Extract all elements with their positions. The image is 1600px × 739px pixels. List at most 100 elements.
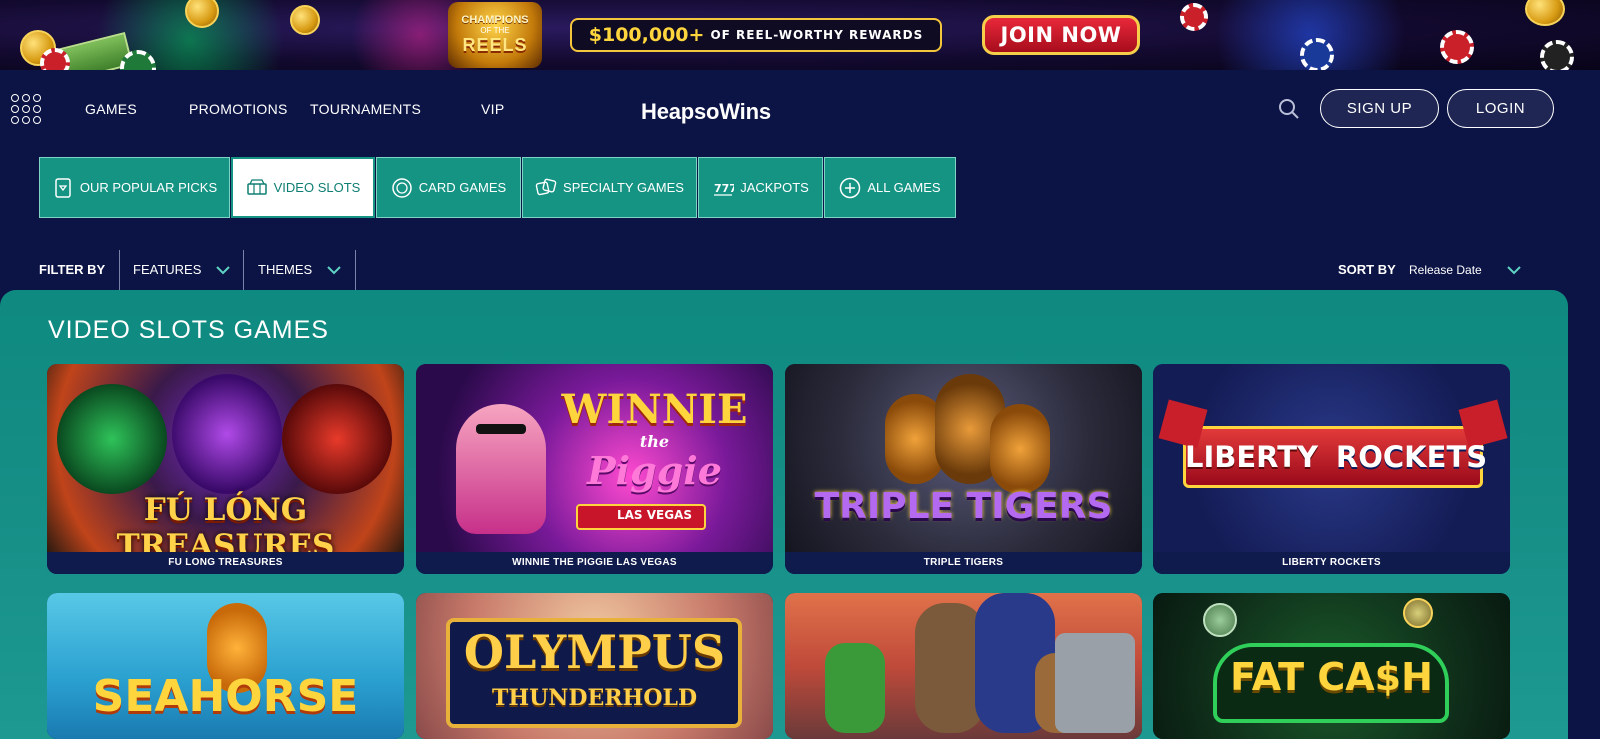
tab-label: SPECIALTY GAMES [563, 180, 684, 195]
game-thumbnail: LIBERTY ROCKETS [1153, 364, 1510, 552]
sort-dropdown[interactable]: Release Date [1409, 263, 1522, 277]
sort-by-label: SORT BY [1338, 262, 1396, 277]
slot-machine-icon [246, 178, 267, 195]
chevron-down-icon [1507, 266, 1521, 275]
tab-jackpots[interactable]: 777 JACKPOTS [698, 157, 823, 218]
game-art-title: TRIPLE TIGERS [814, 486, 1113, 527]
tab-card-games[interactable]: CARD GAMES [376, 157, 521, 218]
game-thumbnail: SEAHORSE [47, 593, 404, 739]
logo-text: OF THE [480, 26, 510, 35]
grid-menu-icon[interactable] [11, 94, 41, 124]
nav-games[interactable]: GAMES [85, 101, 137, 117]
tiger-image [990, 404, 1050, 494]
promo-banner[interactable]: CHAMPIONS OF THE REELS $100,000+ OF REEL… [0, 0, 1600, 70]
site-logo[interactable]: HeapsoWins [641, 99, 771, 125]
casino-chip-image [1540, 40, 1574, 70]
sort-value: Release Date [1409, 263, 1482, 277]
jackpot-icon: 777 [714, 182, 734, 196]
reward-amount: $100,000+ [588, 24, 705, 46]
game-art-title: FAT CA$H [1230, 655, 1433, 699]
features-dropdown[interactable]: FEATURES [133, 262, 231, 277]
logo-text: Heaps [641, 99, 707, 124]
casino-chip-image [1180, 3, 1208, 31]
logo-text: CHAMPIONS [461, 14, 529, 26]
game-card-fat-cash[interactable]: FAT CA$H [1153, 593, 1510, 739]
game-card-seahorse[interactable]: SEAHORSE [47, 593, 404, 739]
tab-label: JACKPOTS [740, 180, 809, 195]
game-title: LIBERTY ROCKETS [1153, 552, 1510, 574]
game-thumbnail: TRIPLE TIGERS [785, 364, 1142, 552]
login-button[interactable]: LOGIN [1447, 89, 1554, 128]
truck-image [1055, 633, 1135, 733]
game-card-triple-tigers[interactable]: TRIPLE TIGERS TRIPLE TIGERS [785, 364, 1142, 574]
join-now-button[interactable]: JOIN NOW [982, 15, 1140, 55]
coin-image [1403, 598, 1433, 628]
reward-pill: $100,000+ OF REEL-WORTHY REWARDS [570, 18, 942, 52]
tab-popular-picks[interactable]: OUR POPULAR PICKS [39, 157, 230, 218]
game-thumbnail [785, 593, 1142, 739]
game-art-title: Piggie [587, 448, 722, 493]
tab-video-slots[interactable]: VIDEO SLOTS [231, 157, 375, 218]
divider [355, 250, 356, 290]
chevron-down-icon [216, 265, 231, 274]
game-art-title: FÚ LÓNG TREASURES [116, 492, 335, 552]
champions-of-the-reels-logo: CHAMPIONS OF THE REELS [448, 2, 542, 68]
coin-image [1203, 603, 1237, 637]
game-thumbnail: FAT CA$H [1153, 593, 1510, 739]
tab-specialty-games[interactable]: SPECIALTY GAMES [522, 157, 697, 218]
game-card-winnie-the-piggie-las-vegas[interactable]: WINNIE the Piggie LAS VEGAS WINNIE THE P… [416, 364, 773, 574]
dropdown-label: THEMES [258, 262, 313, 277]
dice-icon [535, 178, 557, 195]
game-thumbnail: OLYMPUS THUNDERHOLD [416, 593, 773, 739]
tab-label: OUR POPULAR PICKS [79, 180, 218, 195]
dropdown-label: FEATURES [133, 262, 202, 277]
divider [243, 250, 244, 290]
game-art-title: THUNDERHOLD [491, 685, 698, 711]
nav-tournaments[interactable]: TOURNAMENTS [310, 101, 421, 117]
filter-by-label: FILTER BY [39, 262, 106, 277]
game-thumbnail: FÚ LÓNG TREASURES [47, 364, 404, 552]
game-art-title: SEAHORSE [92, 671, 359, 722]
poker-chip-icon [392, 177, 412, 198]
logo-text: o [706, 99, 720, 124]
section-title: VIDEO SLOTS GAMES [48, 316, 329, 344]
tab-label: ALL GAMES [867, 180, 941, 195]
game-card-fu-long-treasures[interactable]: FÚ LÓNG TREASURES FU LONG TREASURES [47, 364, 404, 574]
coin-image [290, 5, 320, 35]
popular-picks-icon [55, 177, 71, 198]
game-card-olympus-thunderhold[interactable]: OLYMPUS THUNDERHOLD [416, 593, 773, 739]
divider [119, 250, 120, 290]
search-icon[interactable] [1277, 97, 1301, 121]
dragon-image [282, 384, 392, 494]
tab-label: CARD GAMES [418, 180, 507, 195]
game-art-title: OLYMPUS [463, 625, 726, 679]
logo-text: Wins [719, 99, 771, 124]
crocodile-character-image [825, 643, 885, 733]
logo-text: REELS [462, 35, 528, 55]
tab-label: VIDEO SLOTS [273, 180, 361, 195]
casino-chip-image [40, 48, 70, 70]
dragon-image [57, 384, 167, 494]
chevron-down-icon [327, 265, 341, 274]
casino-chip-image [1440, 30, 1474, 64]
game-art-title: WINNIE [561, 386, 748, 433]
casino-chip-image [1300, 38, 1334, 70]
reward-text: OF REEL-WORTHY REWARDS [710, 28, 924, 42]
game-card-liberty-rockets[interactable]: LIBERTY ROCKETS LIBERTY ROCKETS [1153, 364, 1510, 574]
sign-up-button[interactable]: SIGN UP [1320, 89, 1439, 128]
game-art-title: ROCKETS [1335, 440, 1488, 474]
nav-promotions[interactable]: PROMOTIONS [189, 101, 288, 117]
game-thumbnail: WINNIE the Piggie LAS VEGAS [416, 364, 773, 552]
themes-dropdown[interactable]: THEMES [258, 262, 342, 277]
dragon-image [172, 374, 282, 494]
game-title: FU LONG TREASURES [47, 552, 404, 574]
game-art-title: LAS VEGAS [616, 508, 693, 522]
tab-all-games[interactable]: ALL GAMES [824, 157, 956, 218]
svg-text:777: 777 [714, 182, 734, 195]
plus-circle-icon [840, 177, 861, 198]
game-title: TRIPLE TIGERS [785, 552, 1142, 574]
coin-image [1525, 0, 1565, 26]
nav-vip[interactable]: VIP [481, 101, 504, 117]
game-title: WINNIE THE PIGGIE LAS VEGAS [416, 552, 773, 574]
game-card-untitled[interactable] [785, 593, 1142, 739]
